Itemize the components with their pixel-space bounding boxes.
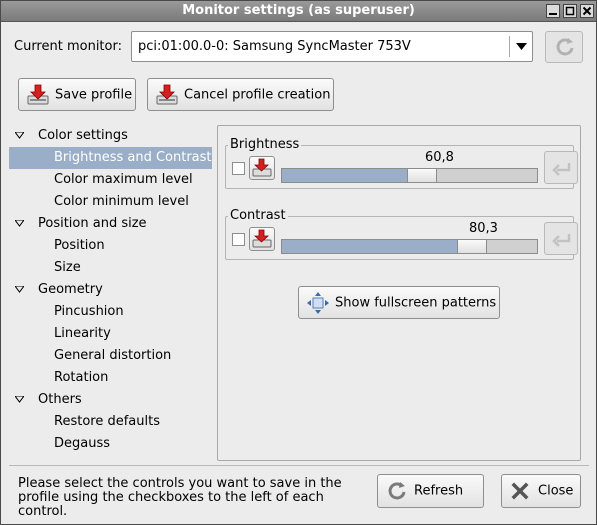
save-profile-icon: [27, 84, 49, 104]
tree-item-label: Restore defaults: [54, 414, 160, 429]
fullscreen-patterns-button[interactable]: Show fullscreen patterns: [298, 286, 500, 319]
save-icon: [252, 158, 272, 177]
tree-item-position[interactable]: Position: [9, 235, 212, 257]
contrast-label: Contrast: [228, 208, 288, 223]
tree-item-color-max[interactable]: Color maximum level: [9, 169, 212, 191]
brightness-save-button[interactable]: [249, 156, 275, 180]
contrast-slider[interactable]: [281, 239, 538, 254]
cancel-profile-icon: [156, 84, 178, 104]
brightness-frame: Brightness 60,8: [225, 137, 578, 189]
combo-divider: [509, 36, 510, 57]
window-close-button[interactable]: [580, 4, 594, 18]
footer-divider: [9, 465, 589, 466]
dropdown-arrow-icon: [516, 43, 527, 50]
close-icon: [511, 482, 529, 500]
monitor-select[interactable]: pci:01:00.0-0: Samsung SyncMaster 753V: [131, 31, 533, 62]
save-profile-button[interactable]: Save profile: [18, 78, 136, 111]
expand-triangle-icon[interactable]: [15, 220, 24, 227]
title-bar[interactable]: Monitor settings (as superuser): [1, 1, 596, 22]
refresh-button[interactable]: Refresh: [377, 474, 484, 508]
tree-group-label: Position and size: [38, 216, 147, 231]
tree-item-linearity[interactable]: Linearity: [9, 323, 212, 345]
tree-group-position-size[interactable]: Position and size: [9, 213, 212, 235]
brightness-slider[interactable]: [281, 168, 538, 183]
close-label: Close: [538, 483, 574, 499]
tree-item-color-min[interactable]: Color minimum level: [9, 191, 212, 213]
tree-item-label: Size: [54, 260, 81, 275]
save-icon: [252, 229, 272, 248]
tree-group-label: Geometry: [38, 282, 103, 297]
expand-triangle-icon[interactable]: [15, 396, 24, 403]
tree-item-label: Degauss: [54, 436, 111, 451]
contrast-revert-button[interactable]: [544, 222, 578, 255]
cancel-profile-label: Cancel profile creation: [184, 87, 331, 102]
minimize-icon: [549, 13, 557, 15]
tree-item-label: Brightness and Contrast: [54, 150, 212, 165]
refresh-icon: [556, 38, 574, 56]
tree-item-label: Rotation: [54, 370, 109, 385]
brightness-checkbox[interactable]: [232, 162, 245, 175]
revert-icon: [552, 162, 571, 176]
contrast-frame: Contrast 80,3: [225, 208, 578, 260]
tree-item-general-distortion[interactable]: General distortion: [9, 345, 212, 367]
window-title: Monitor settings (as superuser): [182, 3, 415, 18]
tree-item-label: Linearity: [54, 326, 111, 341]
tree-group-geometry[interactable]: Geometry: [9, 279, 212, 301]
help-text: Please select the controls you want to s…: [18, 476, 342, 519]
tree-item-label: Color minimum level: [54, 194, 189, 209]
tree-item-label: Pincushion: [54, 304, 124, 319]
contrast-save-button[interactable]: [249, 227, 275, 251]
close-button[interactable]: Close: [501, 474, 581, 508]
monitor-settings-window: Monitor settings (as superuser) Current …: [0, 0, 597, 525]
contrast-checkbox[interactable]: [232, 233, 245, 246]
fullscreen-icon: [307, 291, 329, 314]
minimize-button[interactable]: [546, 4, 560, 18]
contrast-value: 80,3: [469, 221, 498, 236]
expand-triangle-icon[interactable]: [15, 286, 24, 293]
brightness-slider-handle[interactable]: [407, 168, 438, 183]
refresh-icon: [388, 482, 406, 500]
save-profile-label: Save profile: [55, 87, 133, 102]
tree-group-label: Others: [38, 392, 82, 407]
brightness-value: 60,8: [425, 150, 454, 165]
revert-icon: [552, 233, 571, 247]
tree-item-label: Color maximum level: [54, 172, 193, 187]
tree-item-pincushion[interactable]: Pincushion: [9, 301, 212, 323]
tree-item-label: Position: [54, 238, 105, 253]
tree-item-restore-defaults[interactable]: Restore defaults: [9, 411, 212, 433]
expand-triangle-icon[interactable]: [15, 132, 24, 139]
brightness-revert-button[interactable]: [544, 151, 578, 184]
tree-item-brightness-contrast[interactable]: Brightness and Contrast: [9, 147, 212, 169]
tree-group-color-settings[interactable]: Color settings: [9, 125, 212, 147]
refresh-label: Refresh: [414, 483, 464, 499]
maximize-button[interactable]: [563, 4, 577, 18]
current-monitor-label: Current monitor:: [14, 39, 122, 54]
cancel-profile-button[interactable]: Cancel profile creation: [147, 78, 334, 111]
tree-item-label: General distortion: [54, 348, 172, 363]
tree-item-degauss[interactable]: Degauss: [9, 433, 212, 455]
brightness-label: Brightness: [228, 137, 302, 152]
tree-item-size[interactable]: Size: [9, 257, 212, 279]
contrast-slider-handle[interactable]: [456, 239, 487, 254]
settings-panel: Brightness 60,8 Contrast 80,3 Show fulls…: [217, 125, 581, 461]
tree-group-label: Color settings: [38, 128, 128, 143]
settings-tree: Color settings Brightness and Contrast C…: [9, 125, 212, 461]
tree-item-rotation[interactable]: Rotation: [9, 367, 212, 389]
window-close-icon: [582, 6, 592, 16]
fullscreen-patterns-label: Show fullscreen patterns: [335, 295, 497, 310]
maximize-icon: [565, 6, 575, 16]
refresh-monitors-button[interactable]: [545, 31, 583, 63]
tree-group-others[interactable]: Others: [9, 389, 212, 411]
monitor-select-value: pci:01:00.0-0: Samsung SyncMaster 753V: [138, 39, 411, 54]
